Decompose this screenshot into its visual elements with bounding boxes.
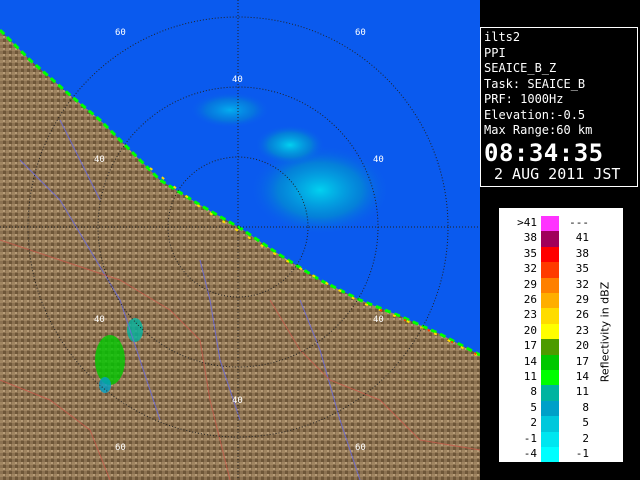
scan-type: PPI: [484, 45, 506, 60]
legend-lower-bound: 32: [523, 262, 537, 276]
legend-row: -4 -1: [499, 447, 623, 463]
ring-label-40-sw: 40: [94, 315, 105, 325]
legend-color-swatch: [541, 370, 559, 386]
legend-upper-bound: 8: [582, 400, 589, 414]
legend-upper-bound: 38: [575, 246, 589, 260]
legend-color-swatch: [541, 354, 559, 370]
ring-label-40-n: 40: [232, 75, 243, 85]
scan-date: 2 AUG 2011 JST: [494, 164, 621, 183]
legend-upper-bound: 20: [575, 339, 589, 353]
radar-ppi-map[interactable]: 40 40 40 40 40 40 60 60 60 60: [0, 0, 480, 480]
legend-lower-bound: 26: [523, 293, 537, 306]
legend-lower-bound: 17: [523, 339, 537, 353]
legend-lower-bound: 29: [523, 277, 537, 291]
legend-row: -1 2: [499, 431, 623, 447]
ring-label-60-ne: 60: [355, 28, 366, 38]
legend-color-swatch: [541, 293, 559, 309]
legend-upper-bound: 29: [575, 293, 589, 306]
task-name: Task: SEAICE_B: [484, 76, 586, 91]
legend-upper-bound: 2: [582, 431, 589, 445]
legend-upper-bound: 26: [575, 308, 589, 322]
legend-upper-bound: 14: [575, 370, 589, 383]
elevation-value: Elevation:-0.5: [484, 107, 586, 122]
legend-lower-bound: 2: [530, 416, 537, 430]
legend-lower-bound: -1: [523, 431, 537, 445]
legend-lower-bound: 11: [523, 370, 537, 383]
legend-upper-bound: 23: [575, 323, 589, 337]
legend-lower-bound: >41: [517, 216, 537, 229]
legend-row: 25: [499, 416, 623, 432]
legend-row: 58: [499, 400, 623, 417]
legend-color-swatch: [541, 246, 559, 263]
reflectivity-legend: >41 --- 38 41 35 38 32 35 29 32 26 29 23 26 20 23 17 20 14…: [499, 208, 623, 463]
legend-color-swatch: [541, 416, 559, 432]
legend-row: 38 41: [499, 231, 623, 247]
legend-lower-bound: 23: [523, 308, 537, 322]
legend-color-swatch: [541, 447, 559, 463]
legend-lower-bound: 20: [523, 323, 537, 337]
legend-upper-bound: 17: [575, 354, 589, 368]
legend-color-swatch: [541, 262, 559, 278]
legend-row: 8 11: [499, 385, 623, 401]
max-range-value: Max Range:60 km: [484, 123, 593, 137]
legend-color-swatch: [541, 339, 559, 355]
legend-upper-bound: -1: [575, 447, 589, 460]
legend-upper-bound: 41: [575, 231, 589, 245]
legend-color-swatch: [541, 308, 559, 324]
sea-echo-cluster-3: [190, 92, 270, 128]
product-name: SEAICE_B_Z: [484, 61, 557, 75]
legend-lower-bound: -4: [523, 447, 537, 460]
legend-color-swatch: [541, 323, 559, 340]
legend-lower-bound: 35: [523, 246, 537, 260]
legend-lower-bound: 8: [530, 385, 537, 399]
land-echo-3: [99, 377, 111, 393]
ring-label-40-se: 40: [373, 315, 384, 325]
legend-upper-bound: 11: [575, 385, 589, 399]
legend-lower-bound: 14: [523, 354, 537, 368]
legend-lower-bound: 38: [523, 231, 537, 245]
legend-upper-bound: 32: [575, 277, 589, 291]
prf-value: PRF: 1000Hz: [484, 92, 564, 106]
land-echo-2: [127, 318, 143, 342]
legend-upper-bound: 5: [582, 416, 589, 430]
sea-echo-cluster-2: [255, 125, 325, 165]
legend-lower-bound: 5: [530, 400, 537, 414]
scan-time: 08:34:35: [484, 138, 604, 167]
scan-info-panel: ilts2 PPI SEAICE_B_Z Task: SEAICE_B PRF:…: [480, 27, 638, 187]
legend-color-swatch: [541, 216, 559, 232]
ring-label-40-w: 40: [94, 155, 105, 165]
ring-label-40-s: 40: [232, 396, 243, 406]
ring-label-40-e: 40: [373, 155, 384, 165]
legend-color-swatch: [541, 400, 559, 417]
legend-color-swatch: [541, 431, 559, 447]
land-echo-1: [95, 335, 125, 385]
ring-label-60-se: 60: [355, 443, 366, 453]
ring-label-60-sw: 60: [115, 443, 126, 453]
legend-upper-bound: 35: [575, 262, 589, 276]
legend-row: 35 38: [499, 246, 623, 263]
legend-row: >41 ---: [499, 216, 623, 232]
site-name: ilts2: [484, 30, 521, 44]
legend-title: Reflectivity in dBZ: [598, 281, 612, 383]
legend-row: 32 35: [499, 262, 623, 278]
legend-color-swatch: [541, 385, 559, 401]
legend-color-swatch: [541, 277, 559, 293]
legend-color-swatch: [541, 231, 559, 247]
legend-upper-bound: ---: [569, 216, 589, 229]
ring-label-60-nw: 60: [115, 28, 126, 38]
